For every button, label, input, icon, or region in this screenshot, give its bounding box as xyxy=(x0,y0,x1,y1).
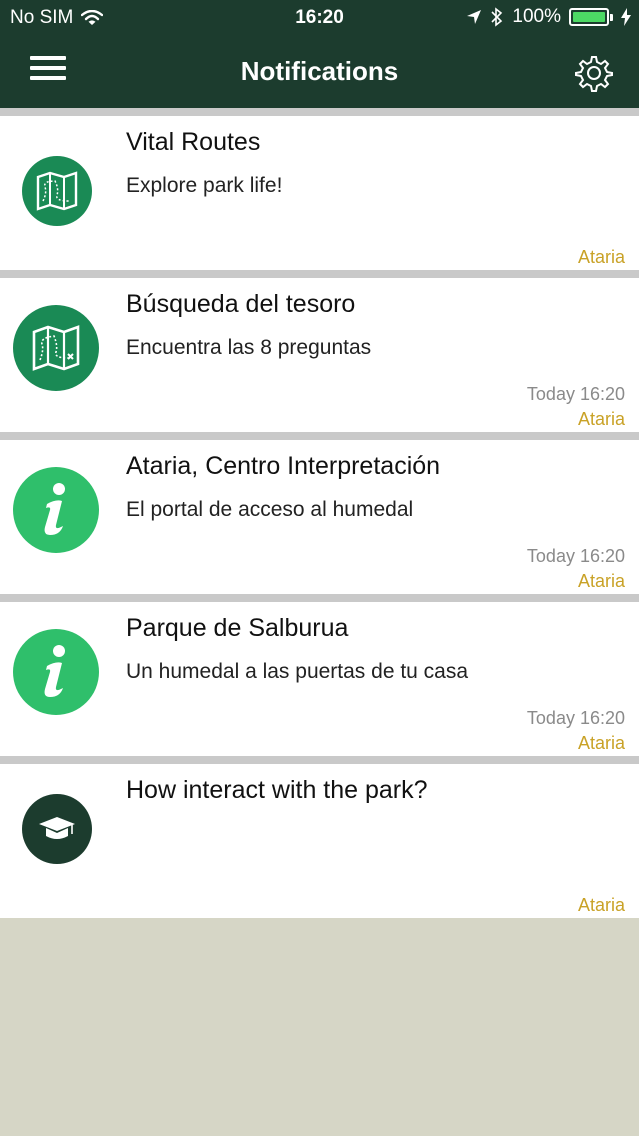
gear-icon[interactable] xyxy=(575,54,613,92)
battery-icon xyxy=(569,8,613,26)
notification-time: Today 16:20 xyxy=(526,708,625,728)
bluetooth-icon xyxy=(491,7,503,27)
battery-percent: 100% xyxy=(512,6,561,27)
charging-bolt-icon xyxy=(621,8,631,26)
notification-card[interactable]: Ataria, Centro Interpretación El portal … xyxy=(0,432,639,594)
notification-source: Ataria xyxy=(577,895,625,915)
info-icon xyxy=(13,629,99,715)
notification-time: Today 16:20 xyxy=(526,546,625,566)
location-arrow-icon xyxy=(467,10,482,24)
notification-list: Vital Routes Explore park life! Ataria B… xyxy=(0,108,639,918)
notification-title: How interact with the park? xyxy=(126,776,428,804)
info-icon xyxy=(13,467,99,553)
notification-source: Ataria xyxy=(577,409,625,429)
notification-source: Ataria xyxy=(577,733,625,753)
notification-title: Parque de Salburua xyxy=(126,614,349,642)
notification-card[interactable]: Búsqueda del tesoro Encuentra las 8 preg… xyxy=(0,270,639,432)
notification-subtitle: Un humedal a las puertas de tu casa xyxy=(126,660,469,683)
notification-source: Ataria xyxy=(577,247,625,267)
notification-title: Ataria, Centro Interpretación xyxy=(126,452,441,480)
notification-card[interactable]: How interact with the park? Ataria xyxy=(0,756,639,918)
notification-subtitle: El portal de acceso al humedal xyxy=(126,498,414,521)
treasure-map-icon xyxy=(13,305,99,391)
notification-time: Today 16:20 xyxy=(526,384,625,404)
notification-title: Vital Routes xyxy=(126,128,261,156)
notification-card[interactable]: Parque de Salburua Un humedal a las puer… xyxy=(0,594,639,756)
status-bar: No SIM 16:20 100% xyxy=(0,0,639,36)
notification-source: Ataria xyxy=(577,571,625,591)
page-title: Notifications xyxy=(240,56,399,86)
notification-card[interactable]: Vital Routes Explore park life! Ataria xyxy=(0,108,639,270)
notification-subtitle: Explore park life! xyxy=(126,174,283,197)
notification-title: Búsqueda del tesoro xyxy=(126,290,356,318)
app-header: No SIM 16:20 100% Notifications xyxy=(0,0,639,108)
graduation-cap-icon xyxy=(22,794,92,864)
nav-bar: Notifications xyxy=(0,36,639,108)
notification-subtitle: Encuentra las 8 preguntas xyxy=(126,336,372,359)
map-icon xyxy=(22,156,92,226)
